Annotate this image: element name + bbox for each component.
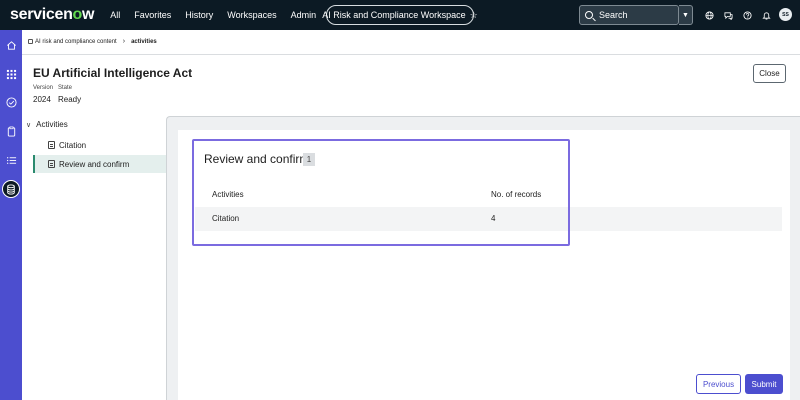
chat-icon[interactable]	[721, 8, 735, 22]
column-header-records: No. of records	[491, 190, 542, 199]
page-title: EU Artificial Intelligence Act	[33, 66, 193, 80]
review-card	[178, 130, 790, 400]
clipboard-icon[interactable]	[4, 124, 18, 138]
help-icon[interactable]	[740, 8, 754, 22]
count-badge: 1	[303, 153, 315, 166]
version-label: Version	[33, 85, 54, 91]
breadcrumb-parent[interactable]: AI risk and compliance content	[35, 39, 117, 45]
main-nav: All Favorites History Workspaces Admin	[110, 10, 330, 20]
database-icon[interactable]	[2, 180, 20, 198]
chevron-down-icon[interactable]: ∨	[26, 121, 31, 129]
section-title: Review and confirm	[204, 152, 310, 166]
nav-admin[interactable]: Admin	[291, 10, 317, 20]
previous-button[interactable]: Previous	[696, 374, 741, 394]
bell-icon[interactable]	[759, 8, 773, 22]
search-scope-dropdown[interactable]: ▼	[679, 5, 693, 25]
content-icon	[28, 39, 33, 44]
user-avatar[interactable]: SS	[779, 8, 792, 21]
version-value: 2024	[33, 95, 51, 104]
column-header-activities: Activities	[212, 190, 244, 199]
nav-history[interactable]: History	[185, 10, 213, 20]
tree-root-activities[interactable]: ∨ Activities	[26, 120, 68, 129]
breadcrumb-separator: ›	[122, 38, 126, 45]
search-icon	[585, 11, 593, 19]
cell-record-count: 4	[491, 214, 496, 223]
workspace-selector[interactable]: AI Risk and Compliance Workspace ☆	[322, 5, 478, 25]
breadcrumb-current: activities	[131, 38, 157, 45]
document-check-icon	[48, 160, 55, 168]
search-input[interactable]	[599, 10, 669, 20]
servicenow-logo[interactable]: servicenow	[10, 6, 94, 24]
cell-activity: Citation	[212, 214, 240, 223]
apps-icon[interactable]	[4, 67, 18, 81]
state-label: State	[58, 85, 73, 91]
submit-button[interactable]: Submit	[745, 374, 783, 394]
nav-all[interactable]: All	[110, 10, 120, 20]
document-icon	[48, 141, 55, 149]
tree-item-review-and-confirm[interactable]: Review and confirm	[33, 155, 166, 173]
header-divider	[22, 54, 800, 55]
record-meta-values: 2024 Ready	[33, 95, 81, 104]
globe-icon[interactable]	[702, 8, 716, 22]
tree-item-citation[interactable]: Citation	[33, 136, 166, 154]
check-icon[interactable]	[4, 95, 18, 109]
left-rail	[0, 30, 22, 400]
record-meta-labels: Version State	[33, 85, 72, 91]
star-icon[interactable]: ☆	[470, 10, 478, 21]
tree-item-label: Citation	[59, 140, 87, 150]
nav-workspaces[interactable]: Workspaces	[227, 10, 276, 20]
tree-item-label: Review and confirm	[59, 159, 130, 169]
breadcrumb: AI risk and compliance content › activit…	[28, 38, 157, 45]
close-button[interactable]: Close	[753, 64, 786, 83]
header-actions	[702, 8, 778, 22]
workspace-label: AI Risk and Compliance Workspace	[322, 10, 466, 20]
list-icon[interactable]	[4, 153, 18, 167]
state-value: Ready	[58, 95, 82, 104]
tree-root-label: Activities	[36, 120, 68, 129]
global-search[interactable]	[579, 5, 679, 25]
home-icon[interactable]	[4, 38, 18, 52]
nav-favorites[interactable]: Favorites	[134, 10, 171, 20]
table-row	[195, 207, 782, 231]
